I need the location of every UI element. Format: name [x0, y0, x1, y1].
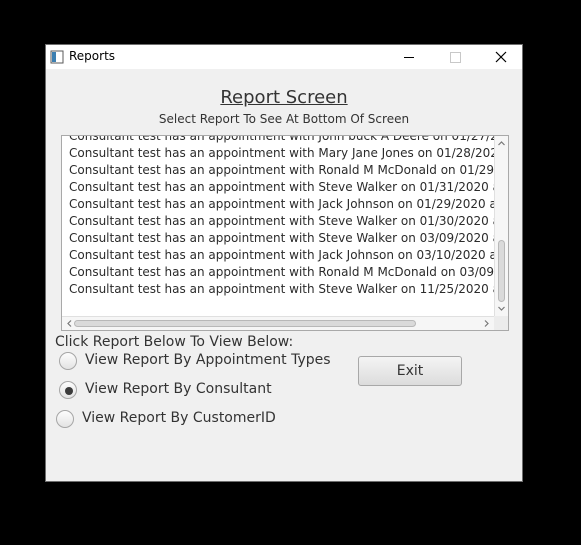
scrollbar-corner: [494, 316, 508, 330]
report-list[interactable]: Consultant test has an appointment with …: [61, 135, 509, 331]
maximize-button[interactable]: [432, 45, 478, 69]
radio-button[interactable]: [59, 352, 77, 370]
list-item[interactable]: Consultant test has an appointment with …: [62, 264, 494, 281]
list-item[interactable]: Consultant test has an appointment with …: [62, 281, 494, 298]
page-title: Report Screen: [220, 87, 348, 108]
radio-label[interactable]: View Report By Appointment Types: [85, 352, 331, 368]
reports-window: Reports Report Screen Select Report To S…: [45, 44, 523, 482]
scroll-right-arrow-icon[interactable]: [482, 319, 491, 328]
exit-button[interactable]: Exit: [358, 356, 462, 386]
scroll-up-arrow-icon[interactable]: [497, 139, 506, 148]
list-item[interactable]: Consultant test has an appointment with …: [62, 213, 494, 230]
list-item[interactable]: Consultant test has an appointment with …: [62, 247, 494, 264]
radio-label[interactable]: View Report By Consultant: [85, 381, 272, 397]
title-bar[interactable]: Reports: [46, 45, 522, 69]
list-item[interactable]: Consultant test has an appointment with …: [62, 179, 494, 196]
radio-label[interactable]: View Report By CustomerID: [82, 410, 276, 426]
horizontal-scroll-thumb[interactable]: [74, 320, 416, 327]
horizontal-scrollbar[interactable]: [62, 316, 494, 330]
app-window-icon: [50, 50, 64, 64]
list-item[interactable]: Consultant test has an appointment with …: [62, 145, 494, 162]
list-item[interactable]: Consultant test has an appointment with …: [62, 162, 494, 179]
close-icon: [495, 51, 507, 63]
report-list-items: Consultant test has an appointment with …: [62, 136, 494, 316]
list-item[interactable]: Consultant test has an appointment with …: [62, 136, 494, 145]
vertical-scroll-thumb[interactable]: [498, 240, 505, 302]
radio-button[interactable]: [59, 381, 77, 399]
list-item[interactable]: Consultant test has an appointment with …: [62, 196, 494, 213]
vertical-scrollbar[interactable]: [494, 136, 508, 316]
page-subtitle: Select Report To See At Bottom Of Screen: [158, 112, 410, 126]
maximize-icon: [450, 52, 461, 63]
scroll-left-arrow-icon[interactable]: [65, 319, 74, 328]
report-prompt: Click Report Below To View Below:: [55, 334, 294, 350]
minimize-icon: [404, 57, 414, 58]
window-title: Reports: [69, 49, 116, 63]
radio-button[interactable]: [56, 410, 74, 428]
radio-dot: [65, 387, 73, 395]
minimize-button[interactable]: [386, 45, 432, 69]
close-button[interactable]: [478, 45, 524, 69]
list-item[interactable]: Consultant test has an appointment with …: [62, 230, 494, 247]
scroll-down-arrow-icon[interactable]: [497, 304, 506, 313]
